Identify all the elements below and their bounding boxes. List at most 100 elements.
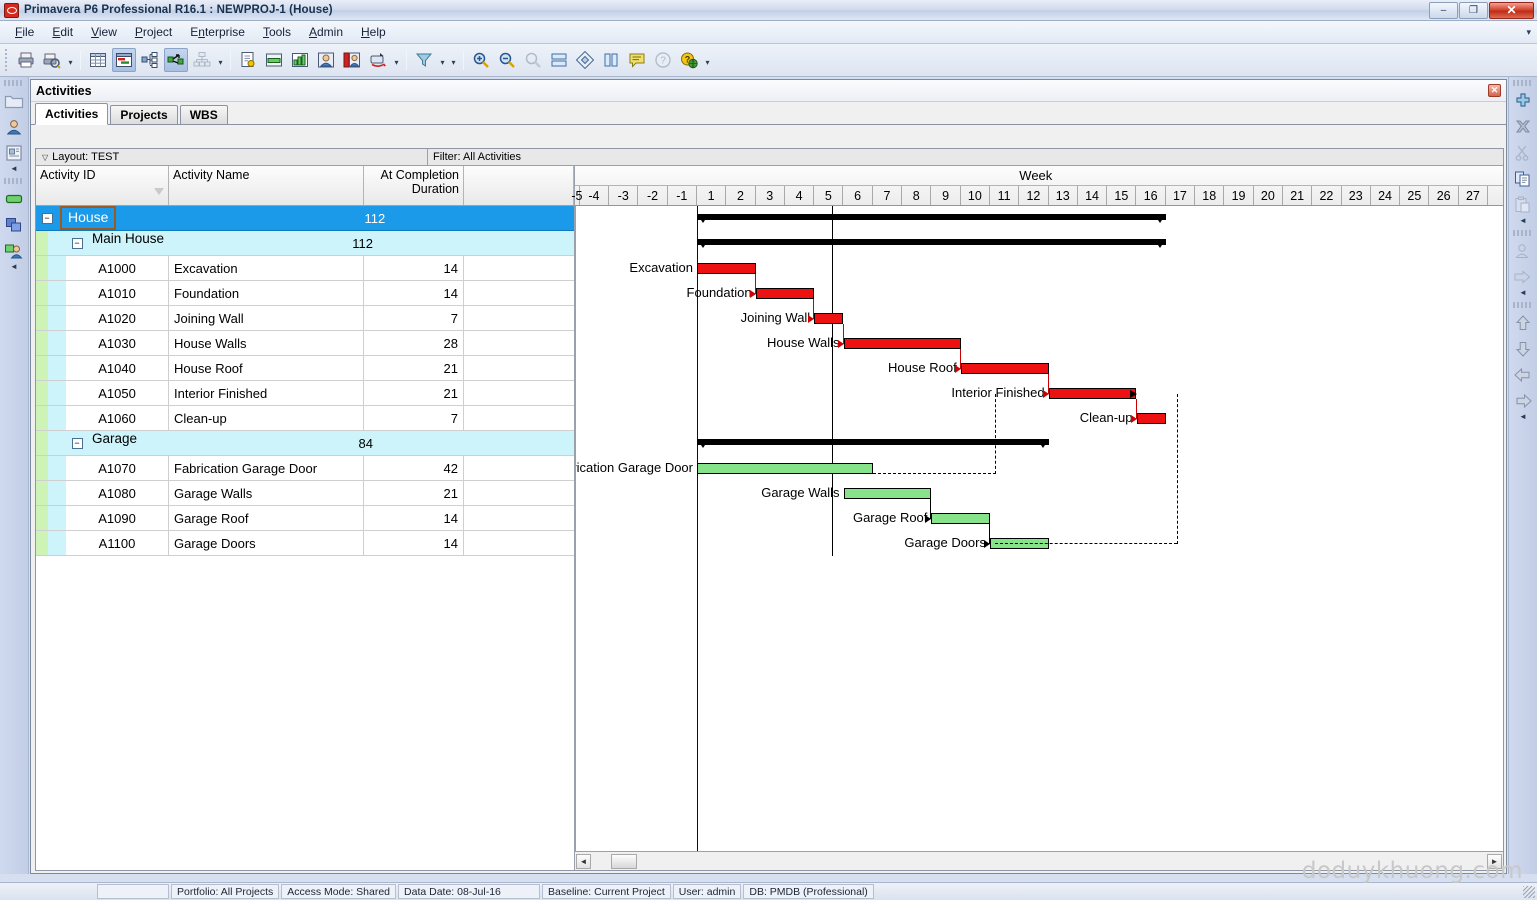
options-caret[interactable]: ▾ — [448, 48, 459, 72]
filter-icon[interactable] — [412, 48, 436, 72]
zoom-to-fit-icon[interactable] — [521, 48, 545, 72]
gantt-bar[interactable] — [755, 288, 815, 299]
collapse-icon[interactable]: − — [41, 212, 53, 224]
row-name[interactable]: House — [60, 206, 117, 230]
tab-projects[interactable]: Projects — [110, 105, 178, 124]
resources-icon[interactable] — [314, 48, 338, 72]
summary-bar[interactable] — [697, 214, 1166, 223]
cut-scissors-icon[interactable] — [1512, 141, 1535, 164]
table-view-icon[interactable] — [86, 48, 110, 72]
help-dropdown-caret[interactable]: ▾ — [702, 48, 713, 72]
filter-dropdown-caret[interactable]: ▾ — [437, 48, 448, 72]
gantt-bar[interactable] — [697, 463, 873, 474]
table-row[interactable]: A1050 Interior Finished 21 — [36, 381, 574, 406]
column-header-blank[interactable] — [464, 166, 574, 205]
column-header-at-completion-duration[interactable]: At Completion Duration — [364, 166, 464, 205]
row-expander[interactable]: − — [66, 231, 88, 255]
table-row[interactable]: − Garage 84 — [36, 431, 574, 456]
column-header-activity-name[interactable]: Activity Name — [169, 166, 364, 205]
table-row[interactable]: A1070 Fabrication Garage Door 42 — [36, 456, 574, 481]
notebook-icon[interactable] — [625, 48, 649, 72]
table-row[interactable]: − House 112 — [36, 206, 574, 231]
menu-enterprise[interactable]: Enterprise — [181, 22, 254, 42]
filter-selector[interactable]: Filter: All Activities — [428, 149, 1503, 165]
activities-squares-icon[interactable] — [3, 213, 26, 236]
split-horizontal-icon[interactable] — [547, 48, 571, 72]
table-row[interactable]: A1090 Garage Roof 14 — [36, 506, 574, 531]
right-rail-expand-1[interactable]: ◄ — [1509, 217, 1537, 227]
activity-details-icon[interactable] — [236, 48, 260, 72]
row-expander[interactable]: − — [36, 206, 58, 230]
table-row[interactable]: A1020 Joining Wall 7 — [36, 306, 574, 331]
left-rail-expand-2[interactable]: ◄ — [0, 263, 28, 273]
menu-file[interactable]: File — [6, 22, 43, 42]
print-dropdown-caret[interactable]: ▾ — [65, 48, 76, 72]
print-icon[interactable] — [14, 48, 38, 72]
split-vertical-icon[interactable] — [599, 48, 623, 72]
schedule-icon[interactable] — [366, 48, 390, 72]
activities-window-close-icon[interactable]: ✕ — [1488, 84, 1501, 97]
minimize-button[interactable]: – — [1429, 1, 1458, 19]
collapse-icon[interactable]: − — [71, 437, 83, 449]
move-down-arrow-icon[interactable] — [1512, 337, 1535, 360]
menu-edit[interactable]: Edit — [43, 22, 82, 42]
tab-activities[interactable]: Activities — [35, 103, 109, 125]
maximize-button[interactable]: ❐ — [1459, 1, 1488, 19]
collapse-icon[interactable]: − — [71, 237, 83, 249]
right-rail-grip-3[interactable] — [1513, 302, 1533, 308]
help-web-icon[interactable]: ? — [677, 48, 701, 72]
table-row[interactable]: A1100 Garage Doors 14 — [36, 531, 574, 556]
table-row[interactable]: A1060 Clean-up 7 — [36, 406, 574, 431]
activity-usage-icon[interactable] — [164, 48, 188, 72]
table-row[interactable]: A1010 Foundation 14 — [36, 281, 574, 306]
scroll-right-button[interactable]: ► — [1487, 853, 1502, 869]
column-header-activity-id[interactable]: Activity ID — [36, 166, 169, 205]
schedule-dropdown-caret[interactable]: ▾ — [391, 48, 402, 72]
right-rail-expand-2[interactable]: ◄ — [1509, 289, 1537, 299]
table-row[interactable]: A1080 Garage Walls 21 — [36, 481, 574, 506]
table-row[interactable]: − Main House 112 — [36, 231, 574, 256]
activity-table-body[interactable]: − House 112− Main House 112 A1000 Excavation 14… — [36, 206, 574, 870]
toolbar-grip-1[interactable] — [3, 49, 10, 71]
gantt-bar[interactable] — [814, 313, 844, 324]
gantt-bar[interactable] — [697, 263, 756, 274]
menu-admin[interactable]: Admin — [300, 22, 352, 42]
menu-tools[interactable]: Tools — [254, 22, 300, 42]
gantt-bar[interactable] — [931, 513, 990, 524]
right-rail-grip-1[interactable] — [1513, 80, 1533, 86]
delete-x-icon[interactable] — [1512, 115, 1535, 138]
resources-person-icon[interactable] — [3, 115, 26, 138]
row-expander[interactable]: − — [66, 431, 88, 455]
zoom-out-icon[interactable] — [495, 48, 519, 72]
gantt-chart-icon[interactable] — [112, 48, 136, 72]
attachment-icon[interactable] — [573, 48, 597, 72]
zoom-in-icon[interactable] — [469, 48, 493, 72]
left-rail-grip-2[interactable] — [4, 178, 24, 184]
reports-book-icon[interactable] — [3, 141, 26, 164]
gantt-bar[interactable] — [960, 363, 1049, 374]
close-button[interactable]: ✕ — [1489, 1, 1534, 19]
menu-help[interactable]: Help — [352, 22, 395, 42]
gantt-horizontal-scrollbar[interactable]: ◄ ► — [575, 851, 1503, 870]
copy-icon[interactable] — [1512, 167, 1535, 190]
gantt-bar[interactable] — [990, 538, 1049, 549]
add-icon[interactable] — [1512, 89, 1535, 112]
menu-project[interactable]: Project — [126, 22, 181, 42]
table-row[interactable]: A1000 Excavation 14 — [36, 256, 574, 281]
view-dropdown-caret[interactable]: ▾ — [215, 48, 226, 72]
layout-selector[interactable]: ▽ Layout: TEST — [36, 149, 428, 165]
activity-network-icon[interactable] — [138, 48, 162, 72]
resource-usage-icon[interactable] — [288, 48, 312, 72]
help-icon[interactable]: ? — [651, 48, 675, 72]
table-row[interactable]: A1030 House Walls 28 — [36, 331, 574, 356]
scrollbar-thumb[interactable] — [611, 853, 637, 869]
resize-grip[interactable] — [1523, 886, 1535, 898]
indent-arrow-right-icon[interactable] — [1512, 389, 1535, 412]
gantt-bar[interactable] — [843, 338, 961, 349]
summary-bar[interactable] — [697, 239, 1166, 248]
print-preview-icon[interactable] — [40, 48, 64, 72]
right-rail-expand-3[interactable]: ◄ — [1509, 413, 1537, 423]
table-row[interactable]: A1040 House Roof 21 — [36, 356, 574, 381]
assign-resource-icon[interactable] — [1512, 239, 1535, 262]
gantt-bar[interactable] — [1048, 388, 1137, 399]
